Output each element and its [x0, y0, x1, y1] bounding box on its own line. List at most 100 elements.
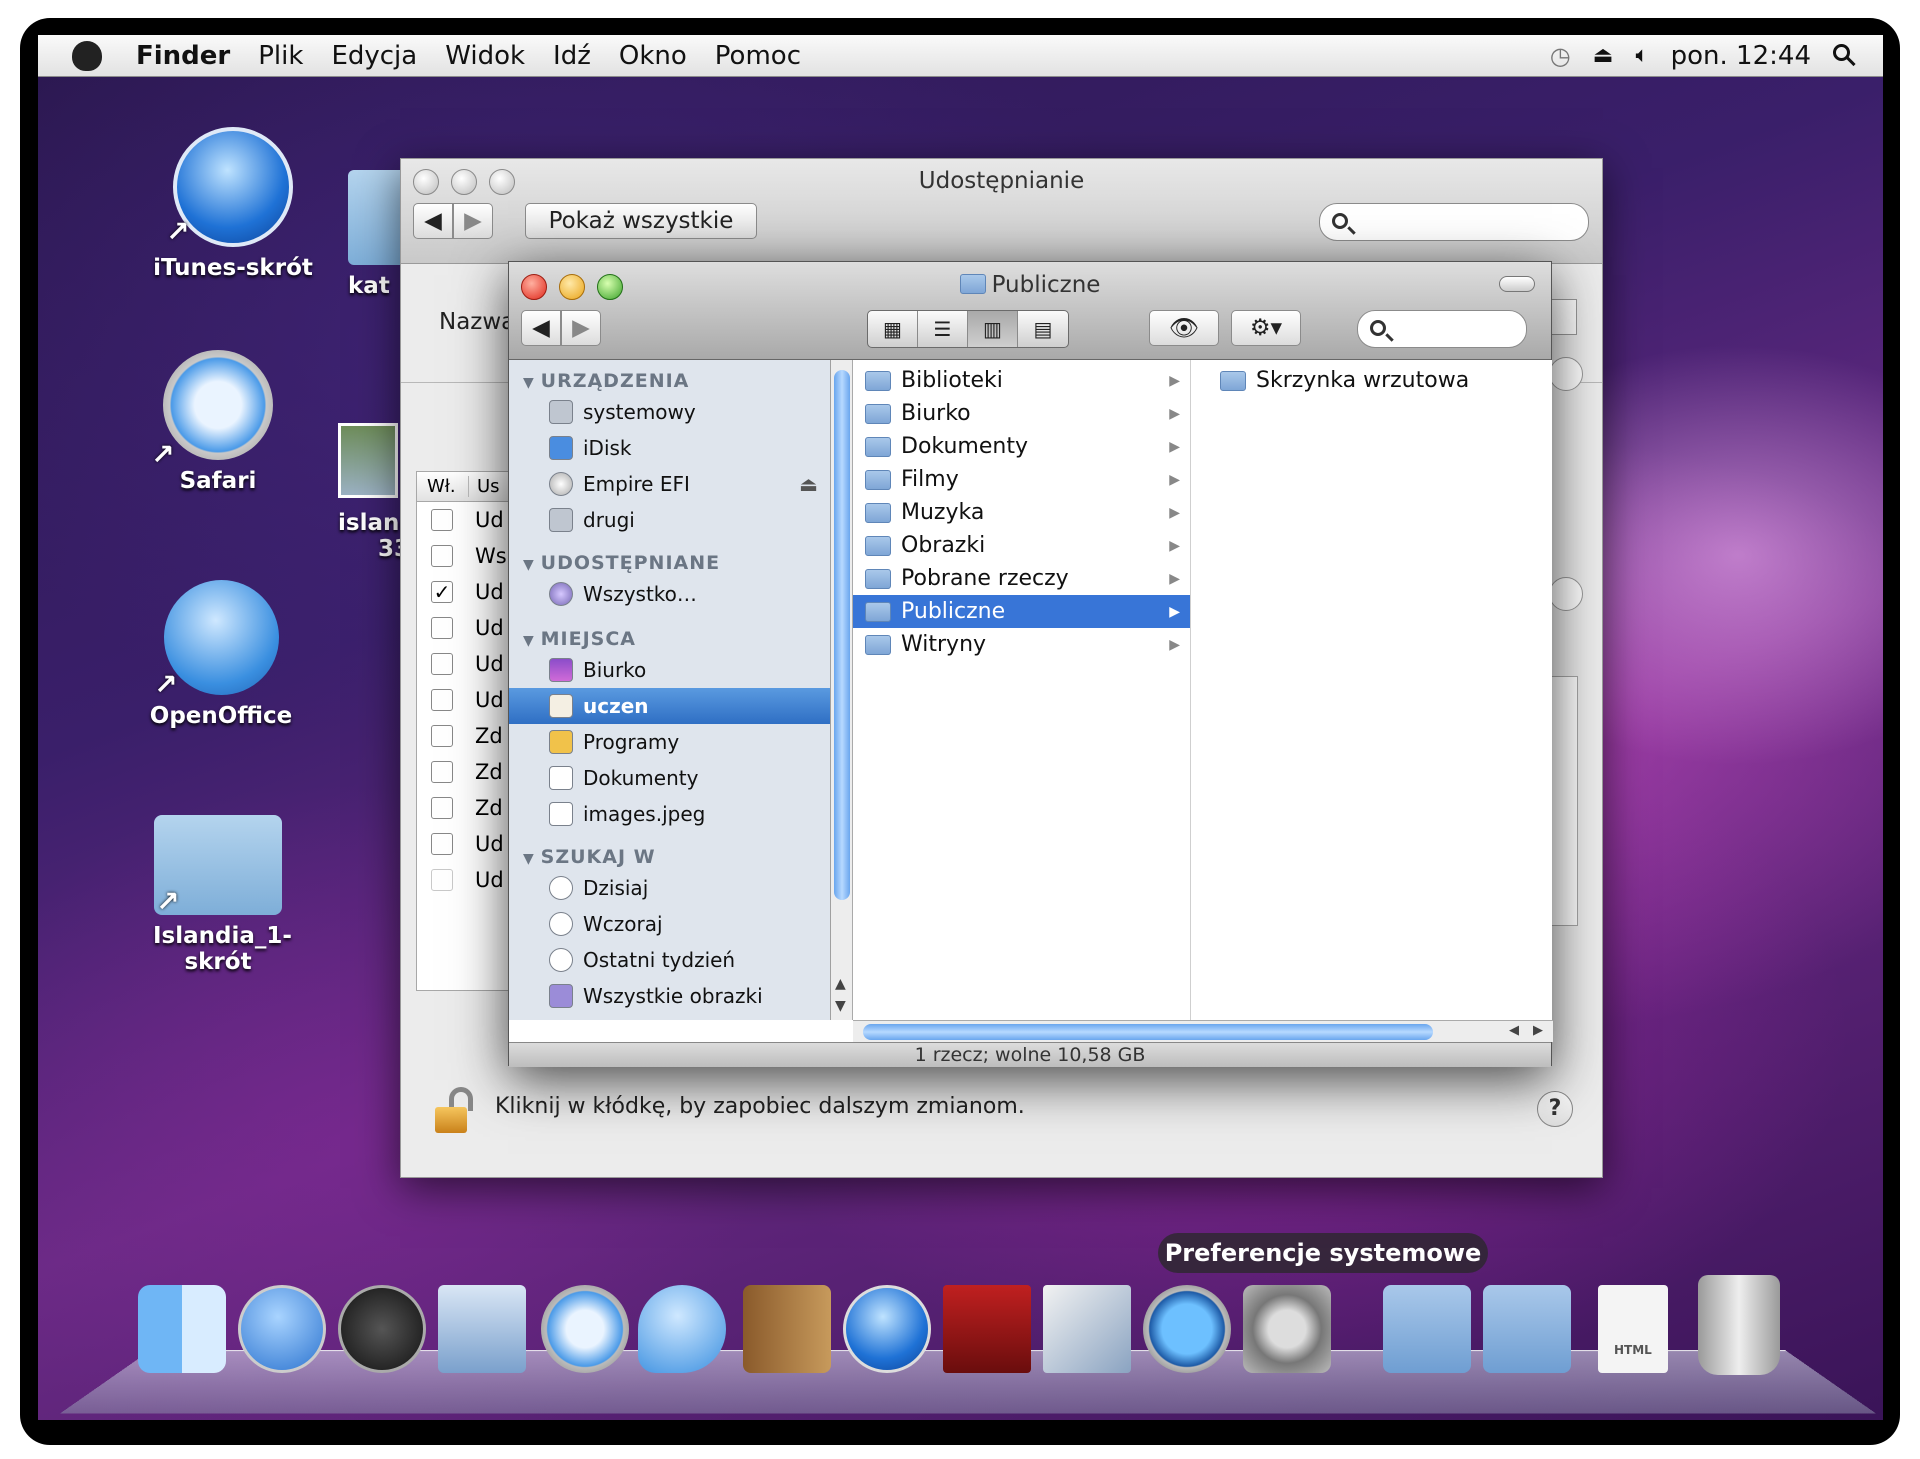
menu-go[interactable]: Idź: [539, 41, 605, 71]
table-row[interactable]: Ud: [417, 610, 515, 646]
list-item[interactable]: Dokumenty ▶: [853, 430, 1190, 463]
sidebar-section-places[interactable]: MIEJSCA: [509, 612, 830, 652]
dock-itunes-icon[interactable]: [843, 1285, 931, 1373]
dock-system-preferences-icon[interactable]: [1243, 1285, 1331, 1373]
sidebar-item-images-jpeg[interactable]: images.jpeg: [509, 796, 830, 832]
list-item[interactable]: Biblioteki ▶: [853, 364, 1190, 397]
desktop-icon-safari[interactable]: ↗ Safari: [123, 350, 313, 494]
help-button[interactable]: ?: [1537, 1091, 1573, 1127]
sidebar-item-systemowy[interactable]: systemowy: [509, 394, 830, 430]
list-item[interactable]: Muzyka ▶: [853, 496, 1190, 529]
lock-icon[interactable]: [435, 1087, 475, 1133]
dock-safari-icon[interactable]: [541, 1285, 629, 1373]
table-row[interactable]: Ud: [417, 682, 515, 718]
volume-icon[interactable]: 🔈︎: [1635, 43, 1648, 68]
menu-window[interactable]: Okno: [605, 41, 701, 71]
sidebar-item-dokumenty[interactable]: Dokumenty: [509, 760, 830, 796]
table-row[interactable]: Ud: [417, 646, 515, 682]
dock-dashboard-icon[interactable]: [338, 1285, 426, 1373]
spotlight-icon[interactable]: [1833, 43, 1857, 68]
dock-html-file-icon[interactable]: HTML: [1598, 1285, 1668, 1373]
eject-icon[interactable]: ⏏: [1593, 43, 1614, 68]
menu-view[interactable]: Widok: [431, 41, 539, 71]
scroll-up-arrow-icon[interactable]: ▲: [835, 976, 846, 992]
table-row[interactable]: Ud: [417, 826, 515, 862]
table-row[interactable]: ✓ Ud: [417, 574, 515, 610]
service-checkbox[interactable]: [431, 509, 453, 531]
menu-clock[interactable]: pon. 12:44: [1671, 41, 1811, 71]
list-item[interactable]: Publiczne ▶: [853, 595, 1190, 628]
service-checkbox[interactable]: [431, 653, 453, 675]
sidebar-item-biurko[interactable]: Biurko: [509, 652, 830, 688]
dock-app-store-icon[interactable]: [238, 1285, 326, 1373]
list-item[interactable]: Biurko ▶: [853, 397, 1190, 430]
desktop-icon-openoffice[interactable]: ↗ OpenOffice: [126, 580, 316, 729]
table-row[interactable]: Zd: [417, 754, 515, 790]
desktop-icon-islandia[interactable]: ↗ Islandia_1-skrót: [128, 815, 308, 975]
sidebar-item-uczen[interactable]: uczen: [509, 688, 830, 724]
search-field[interactable]: [1357, 310, 1527, 348]
service-checkbox[interactable]: [431, 869, 453, 891]
dock-finder-icon[interactable]: [138, 1285, 226, 1373]
sidebar-item-today[interactable]: Dzisiaj: [509, 870, 830, 906]
toolbar-toggle-button[interactable]: [1499, 276, 1535, 292]
show-all-button[interactable]: Pokaż wszystkie: [525, 203, 757, 239]
list-item-dropbox[interactable]: Skrzynka wrzutowa: [1192, 364, 1552, 397]
desktop-icon-partial-image[interactable]: island 33: [338, 423, 416, 562]
service-checkbox[interactable]: [431, 725, 453, 747]
service-checkbox[interactable]: [431, 833, 453, 855]
sidebar-item-yesterday[interactable]: Wczoraj: [509, 906, 830, 942]
search-field[interactable]: [1319, 203, 1589, 241]
menu-app[interactable]: Finder: [122, 41, 244, 71]
sidebar-item-all-images[interactable]: Wszystkie obrazki: [509, 978, 830, 1014]
scrollbar-thumb[interactable]: [863, 1024, 1433, 1040]
dock-trash-icon[interactable]: [1698, 1275, 1780, 1375]
sidebar-item-last-week[interactable]: Ostatni tydzień: [509, 942, 830, 978]
list-view-icon[interactable]: ☰: [918, 311, 968, 347]
scroll-down-arrow-icon[interactable]: ▼: [835, 998, 846, 1014]
time-machine-icon[interactable]: ◷: [1550, 42, 1571, 70]
sidebar-item-drugi[interactable]: drugi: [509, 502, 830, 538]
sidebar-item-all-shared[interactable]: Wszystko…: [509, 576, 830, 612]
coverflow-view-icon[interactable]: ▤: [1018, 311, 1068, 347]
service-checkbox[interactable]: [431, 617, 453, 639]
dock-mail-icon[interactable]: [438, 1285, 526, 1373]
column-header-user[interactable]: Us: [469, 476, 500, 497]
column-header-owner[interactable]: Wł.: [417, 476, 469, 497]
service-checkbox[interactable]: [431, 689, 453, 711]
column-view-icon[interactable]: ▥: [968, 311, 1018, 347]
service-checkbox[interactable]: [431, 545, 453, 567]
back-button[interactable]: ◀: [413, 203, 453, 239]
scroll-right-arrow-icon[interactable]: ▶: [1533, 1023, 1543, 1038]
apple-menu-icon[interactable]: [72, 40, 102, 71]
sidebar-item-programy[interactable]: Programy: [509, 724, 830, 760]
service-checkbox[interactable]: ✓: [431, 581, 453, 603]
list-item[interactable]: Witryny ▶: [853, 628, 1190, 661]
table-row[interactable]: Zd: [417, 790, 515, 826]
service-checkbox[interactable]: [431, 797, 453, 819]
service-checkbox[interactable]: [431, 761, 453, 783]
desktop-icon-itunes[interactable]: ↗ iTunes-skrót: [138, 127, 328, 281]
action-menu-button[interactable]: ⚙▾: [1231, 310, 1301, 346]
dock-ichat-icon[interactable]: [638, 1285, 726, 1373]
table-row[interactable]: Ws: [417, 538, 515, 574]
forward-button[interactable]: ▶: [453, 203, 493, 239]
sidebar-item-idisk[interactable]: iDisk: [509, 430, 830, 466]
dock-photo-booth-icon[interactable]: [943, 1285, 1031, 1373]
menu-help[interactable]: Pomoc: [701, 41, 815, 71]
menu-file[interactable]: Plik: [244, 41, 317, 71]
horizontal-scrollbar[interactable]: ◀ ▶: [853, 1020, 1553, 1042]
scroll-left-arrow-icon[interactable]: ◀: [1509, 1023, 1519, 1038]
option-button[interactable]: [1549, 577, 1583, 611]
sidebar-scrollbar[interactable]: ▲ ▼: [831, 360, 853, 1020]
list-item[interactable]: Filmy ▶: [853, 463, 1190, 496]
quick-look-button[interactable]: 👁︎: [1149, 310, 1219, 346]
sidebar-section-shared[interactable]: UDOSTĘPNIANE: [509, 538, 830, 576]
name-field-edge[interactable]: [1549, 299, 1577, 335]
sidebar-section-search[interactable]: SZUKAJ W: [509, 832, 830, 870]
list-item[interactable]: Obrazki ▶: [853, 529, 1190, 562]
list-item[interactable]: Pobrane rzeczy ▶: [853, 562, 1190, 595]
table-row[interactable]: Ud: [417, 862, 515, 898]
sidebar-item-empire-efi[interactable]: Empire EFI ⏏: [509, 466, 830, 502]
table-row[interactable]: Ud: [417, 502, 515, 538]
